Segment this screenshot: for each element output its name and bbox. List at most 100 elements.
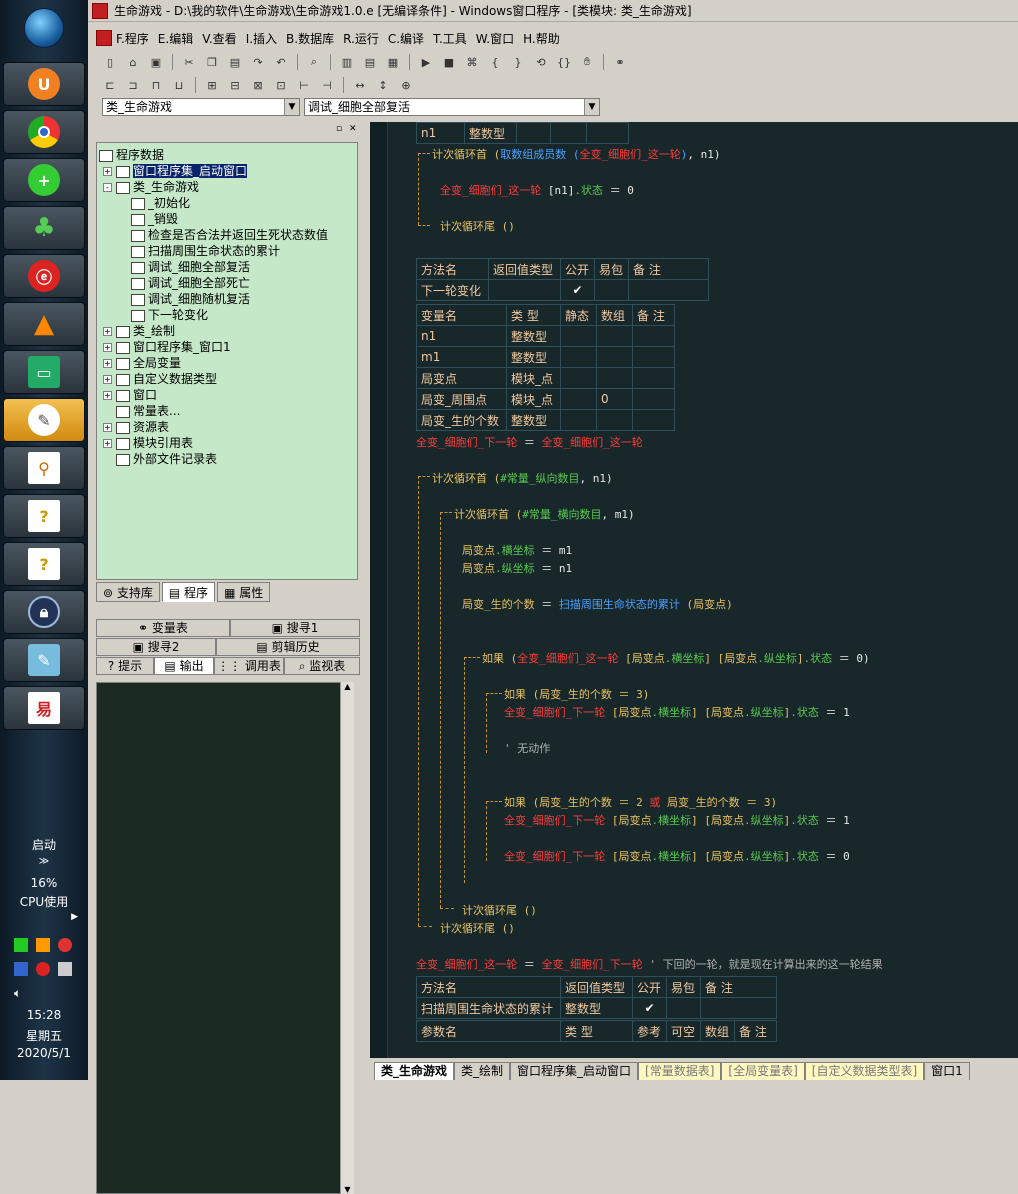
- code-line-set-y[interactable]: 局变点.纵坐标 ＝ n1: [462, 560, 572, 576]
- save-icon[interactable]: ▣: [146, 53, 166, 71]
- tree-node[interactable]: 调试_细胞随机复活: [99, 291, 355, 307]
- var-array-cell[interactable]: [596, 346, 633, 368]
- var-static-cell[interactable]: [560, 325, 597, 347]
- taskbar-360[interactable]: +: [3, 158, 85, 202]
- undo-icon[interactable]: ↶: [271, 53, 291, 71]
- paste-icon[interactable]: ▤: [225, 53, 245, 71]
- chevron-down-icon[interactable]: ▼: [284, 99, 299, 115]
- tree-node[interactable]: 调试_细胞全部死亡: [99, 275, 355, 291]
- code-line-loop3-end[interactable]: 计次循环尾 (): [462, 902, 537, 918]
- table-row[interactable]: 局变_生的个数 整数型: [416, 409, 675, 431]
- expand-icon[interactable]: +: [103, 439, 112, 448]
- taskbar-e-language[interactable]: 易: [3, 686, 85, 730]
- code-line-set-x[interactable]: 局变点.横坐标 ＝ m1: [462, 542, 572, 558]
- menu-edit[interactable]: E.编辑: [158, 30, 193, 47]
- tab-window1[interactable]: 窗口1: [924, 1062, 970, 1080]
- tab-custom-types[interactable]: [自定义数据类型表]: [804, 1062, 925, 1080]
- align-middle-icon[interactable]: ⊞: [202, 76, 222, 94]
- tree-node[interactable]: 程序数据: [99, 147, 355, 163]
- chevron-down-icon[interactable]: ≫: [0, 856, 88, 867]
- tray-input-icon[interactable]: [36, 938, 50, 952]
- menu-compile[interactable]: C.编译: [388, 30, 424, 47]
- menu-run[interactable]: R.运行: [343, 30, 379, 47]
- panel-restore-icon[interactable]: ▫: [336, 124, 342, 134]
- code-line-set2[interactable]: 全变_细胞们_下一轮 [局变点.横坐标] [局变点.纵坐标].状态 ＝ 1: [504, 812, 850, 828]
- method-table[interactable]: 方法名 返回值类型 公开 易包备 注 下一轮变化 ✔: [416, 258, 709, 301]
- code-line-loop1-end[interactable]: 计次循环尾 (): [440, 218, 515, 234]
- output-scrollbar[interactable]: ▲ ▼: [340, 682, 354, 1194]
- same-height-icon[interactable]: ⊡: [271, 76, 291, 94]
- align-right-icon[interactable]: ⊓: [146, 76, 166, 94]
- code-line-assign3[interactable]: 全变_细胞们_这一轮 ＝ 全变_细胞们_下一轮 ' 下回的一轮，就是现在计算出来…: [416, 956, 883, 972]
- taskbar-vlc[interactable]: ▲: [3, 302, 85, 346]
- program-data-tree[interactable]: 程序数据 + 窗口程序集_启动窗口 - 类_生命游戏 _初始化 _销毁 检查是否合法并返回生死…: [96, 142, 358, 580]
- code-line-if1[interactable]: 如果 (全变_细胞们_这一轮 [局变点.横坐标] [局变点.纵坐标].状态 ＝ …: [482, 650, 870, 666]
- code-line-set3[interactable]: 全变_细胞们_下一轮 [局变点.横坐标] [局变点.纵坐标].状态 ＝ 0: [504, 848, 850, 864]
- code-line-loop2-end[interactable]: 计次循环尾 (): [440, 920, 515, 936]
- tree-node[interactable]: + 自定义数据类型: [99, 371, 355, 387]
- layout-1-icon[interactable]: ▥: [337, 53, 357, 71]
- taskbar-search-doc[interactable]: ⚲: [3, 446, 85, 490]
- var-name-cell[interactable]: 局变_周围点: [416, 388, 507, 410]
- param-table[interactable]: 参数名类 型参考 可空 数组备 注: [416, 1020, 777, 1042]
- taskbar-chrome[interactable]: [3, 110, 85, 154]
- var-cell[interactable]: [516, 122, 551, 144]
- table-row[interactable]: m1 整数型: [416, 346, 675, 368]
- tree-node[interactable]: _销毁: [99, 211, 355, 227]
- method-name-cell[interactable]: 下一轮变化: [416, 279, 489, 301]
- var-table-top[interactable]: n1 整数型: [416, 122, 629, 144]
- tray-app-icon[interactable]: [58, 938, 72, 952]
- open-folder-icon[interactable]: ⌂: [123, 53, 143, 71]
- var-type-cell[interactable]: 整数型: [506, 409, 561, 431]
- tray-lock-icon[interactable]: [14, 962, 28, 976]
- var-note-cell[interactable]: [632, 325, 675, 347]
- expand-icon[interactable]: +: [103, 327, 112, 336]
- method-name-cell[interactable]: 扫描周围生命状态的累计: [416, 997, 561, 1019]
- expand-icon[interactable]: +: [103, 423, 112, 432]
- stop-icon[interactable]: ■: [439, 53, 459, 71]
- tab-constants[interactable]: [常量数据表]: [638, 1062, 722, 1080]
- menu-tools[interactable]: T.工具: [433, 30, 467, 47]
- taskbar-clover[interactable]: ♣: [3, 206, 85, 250]
- var-note-cell[interactable]: [632, 367, 675, 389]
- debug-2-icon[interactable]: {: [485, 53, 505, 71]
- class-selector[interactable]: 类_生命游戏 ▼: [102, 98, 300, 116]
- tray-music-icon[interactable]: [36, 962, 50, 976]
- menu-program[interactable]: F.程序: [116, 30, 149, 47]
- tab-module-game[interactable]: 类_生命游戏: [374, 1062, 455, 1080]
- tray-expand-icon[interactable]: ▶: [0, 912, 88, 922]
- table-row[interactable]: 局变_周围点 模块_点 0: [416, 388, 675, 410]
- expand-icon[interactable]: +: [103, 375, 112, 384]
- chevron-down-icon[interactable]: ▼: [584, 99, 599, 115]
- var-array-cell[interactable]: 0: [596, 388, 633, 410]
- tab-search1[interactable]: ▣ 搜寻1: [230, 619, 360, 637]
- new-file-icon[interactable]: ▯: [100, 53, 120, 71]
- var-array-cell[interactable]: [596, 409, 633, 431]
- code-line-set1[interactable]: 全变_细胞们_下一轮 [局变点.横坐标] [局变点.纵坐标].状态 ＝ 1: [504, 704, 850, 720]
- cut-icon[interactable]: ✂: [179, 53, 199, 71]
- var-type-cell[interactable]: 整数型: [506, 325, 561, 347]
- var-static-cell[interactable]: [560, 409, 597, 431]
- var-name-cell[interactable]: m1: [416, 346, 507, 368]
- table-row[interactable]: 局变点 模块_点: [416, 367, 675, 389]
- tree-node[interactable]: + 资源表: [99, 419, 355, 435]
- collapse-icon[interactable]: -: [103, 183, 112, 192]
- tray-display-icon[interactable]: [58, 962, 72, 976]
- tree-node[interactable]: 外部文件记录表: [99, 451, 355, 467]
- taskbar-active-app[interactable]: ✎: [3, 398, 85, 442]
- var-name-cell[interactable]: 局变点: [416, 367, 507, 389]
- tab-output[interactable]: ▤ 输出: [154, 657, 214, 675]
- taskbar-netease[interactable]: ⓔ: [3, 254, 85, 298]
- var-cell[interactable]: [550, 122, 587, 144]
- close-icon[interactable]: ✕: [349, 124, 357, 134]
- tree-node[interactable]: + 类_绘制: [99, 323, 355, 339]
- align-bottom-icon[interactable]: ⊟: [225, 76, 245, 94]
- code-line-if2[interactable]: 如果 (局变_生的个数 ＝ 3): [504, 686, 649, 702]
- var-note-cell[interactable]: [632, 346, 675, 368]
- binoculars-icon[interactable]: ⚭: [610, 53, 630, 71]
- volume-icon[interactable]: 🔈︎: [14, 986, 21, 1001]
- tree-node[interactable]: + 窗口: [99, 387, 355, 403]
- tree-node[interactable]: _初始化: [99, 195, 355, 211]
- hand-icon[interactable]: ✋︎: [577, 53, 597, 71]
- tree-node[interactable]: + 窗口程序集_窗口1: [99, 339, 355, 355]
